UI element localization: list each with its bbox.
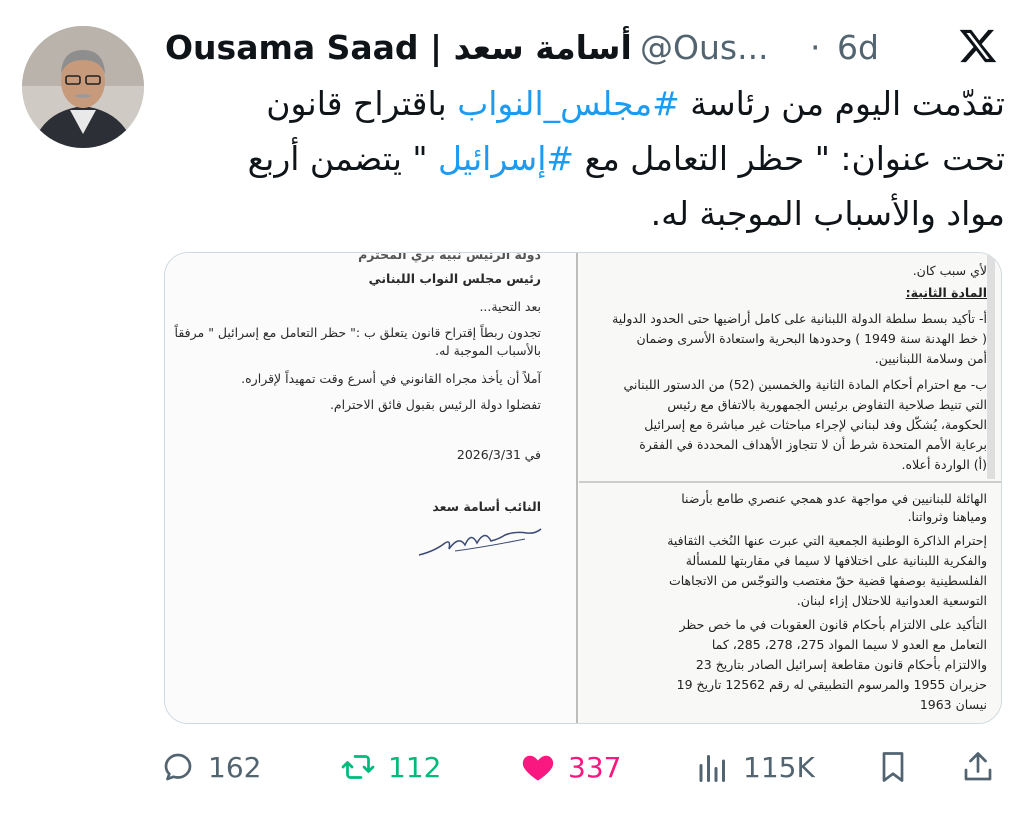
doc-left-line-4: بالأسباب الموجبة له. — [435, 343, 541, 358]
doc-left-line-0: دولة الرئيس نبيه بري المحترم — [358, 252, 541, 262]
doc-right-line-7: الحكومة، يُشكّل وفد لبناني لإجراء مباحثا… — [644, 417, 987, 432]
document-page-right: لأي سبب كان. المادة الثانية: أ- تأكيد بس… — [579, 253, 1001, 723]
reply-icon — [164, 753, 192, 781]
doc-right-article-heading: المادة الثانية: — [905, 285, 987, 300]
views-chart-icon — [699, 755, 725, 782]
hashtag-israel[interactable]: #إسرائيل — [438, 139, 574, 178]
tweet-text: تقدّمت اليوم من رئاسة #مجلس_النواب باقتر… — [150, 76, 1005, 241]
doc-left-signatory: النائب أسامة سعد — [432, 499, 541, 514]
doc-right-s0: الهائلة للبنانيين في مواجهة عدو همجي عنص… — [681, 491, 987, 506]
retweet-button[interactable]: 112 — [340, 745, 441, 789]
views-count: 115K — [743, 750, 815, 784]
retweet-icon — [341, 755, 375, 779]
tweet-line-2: تحت عنوان: " حظر التعامل مع #إسرائيل " ي… — [150, 131, 1005, 186]
doc-left-line-3: تجدون ربطاً إقتراح قانون يتعلق ب :" حظر … — [174, 325, 541, 340]
doc-right-line-4: أمن وسلامة اللبنانيين. — [874, 351, 987, 366]
tweet-line-2-text-b: " يتضمن أربع — [247, 139, 439, 178]
like-button[interactable]: 337 — [520, 745, 621, 789]
bookmark-button[interactable] — [875, 745, 911, 789]
like-count: 337 — [568, 750, 622, 784]
doc-right-s7: التعامل مع العدو لا سيما المواد 275، 278… — [711, 637, 987, 652]
doc-right-s3: والفكرية اللبنانية على اختلافها لا سيما … — [685, 553, 987, 568]
doc-right-s1: ومياهنا وثرواتنا. — [907, 509, 987, 524]
display-name[interactable]: Ousama Saad | أسامة سعد — [165, 28, 632, 67]
doc-right-line-0: لأي سبب كان. — [912, 263, 987, 278]
hashtag-parliament[interactable]: #مجلس_النواب — [457, 84, 680, 123]
tweet-line-1-text-a: تقدّمت اليوم من رئاسة — [679, 84, 1005, 123]
doc-left-recipient: رئيس مجلس النواب اللبناني — [368, 271, 541, 286]
doc-left-date-prefix: في — [524, 447, 541, 462]
tweet-actions: 162 112 337 115K — [160, 745, 1010, 789]
reply-count: 162 — [208, 750, 262, 784]
doc-right-line-3: ( خط الهدنة سنة 1949 ) وحدودها البحرية و… — [636, 331, 988, 346]
separator-dot: · — [810, 28, 821, 67]
doc-right-line-5: ب- مع احترام أحكام المادة الثانية والخمس… — [623, 377, 987, 392]
signature-icon — [418, 528, 542, 556]
doc-right-line-6: التي تنيط صلاحية التفاوض برئيس الجمهورية… — [667, 397, 987, 412]
page-break — [579, 481, 1001, 483]
tweet-header: Ousama Saad | أسامة سعد @Ous... · 6d — [165, 22, 1005, 72]
document-page-left: دولة الرئيس نبيه بري المحترم رئيس مجلس ا… — [165, 253, 577, 723]
tweet-line-1-text-b: باقتراح قانون — [266, 84, 458, 123]
doc-right-line-2: أ- تأكيد بسط سلطة الدولة اللبنانية على ك… — [612, 311, 987, 326]
bookmark-icon — [882, 752, 904, 782]
doc-right-s9: حزيران 1955 والمرسوم التطبيقي له رقم 125… — [676, 677, 987, 692]
x-logo-icon[interactable] — [958, 26, 998, 66]
avatar-photo — [22, 26, 144, 148]
doc-right-s4: الفلسطينية بوصفها قضية حقّ مغتصب والتوجّ… — [668, 573, 987, 588]
document-scrollbar[interactable] — [987, 253, 995, 479]
doc-right-line-8: برعاية الأمم المتحدة شرط أن لا تتجاوز ال… — [639, 437, 987, 452]
doc-right-s5: التوسعية العدوانية للاحتلال إزاء لبنان. — [796, 593, 987, 608]
doc-right-s10: نيسان 1963 — [919, 697, 987, 712]
doc-right-s2: إحترام الذاكرة الوطنية الجمعية التي عبرت… — [667, 533, 987, 548]
retweet-count: 112 — [388, 750, 442, 784]
tweet-line-2-text-a: تحت عنوان: " حظر التعامل مع — [574, 139, 1005, 178]
doc-left-line-6: تفضلوا دولة الرئيس بقبول فائق الاحترام. — [329, 397, 541, 412]
tweet-line-3: مواد والأسباب الموجبة له. — [650, 194, 1005, 233]
share-button[interactable] — [960, 745, 996, 789]
tweet-media[interactable]: دولة الرئيس نبيه بري المحترم رئيس مجلس ا… — [164, 252, 1002, 724]
doc-right-s6: التأكيد على الالتزام بأحكام قانون العقوب… — [679, 617, 987, 632]
timestamp[interactable]: 6d — [837, 28, 879, 67]
doc-left-greeting: بعد التحية... — [479, 299, 541, 314]
doc-left-date: 2026/3/31 — [456, 447, 521, 462]
doc-left-line-5: آملاً أن يأخذ مجراه القانوني في أسرع وقت… — [241, 371, 541, 386]
share-icon — [964, 752, 992, 781]
doc-right-line-9: (أ) الواردة أعلاه. — [901, 457, 987, 472]
user-handle[interactable]: @Ous... — [640, 28, 769, 67]
page-divider — [576, 253, 578, 723]
heart-icon — [522, 755, 554, 781]
doc-right-s8: والالتزام بأحكام قانون مقاطعة إسرائيل ال… — [695, 657, 987, 672]
reply-button[interactable]: 162 — [160, 745, 261, 789]
profile-avatar[interactable] — [22, 26, 144, 148]
tweet-line-1: تقدّمت اليوم من رئاسة #مجلس_النواب باقتر… — [150, 76, 1005, 131]
views-button[interactable]: 115K — [695, 745, 815, 789]
